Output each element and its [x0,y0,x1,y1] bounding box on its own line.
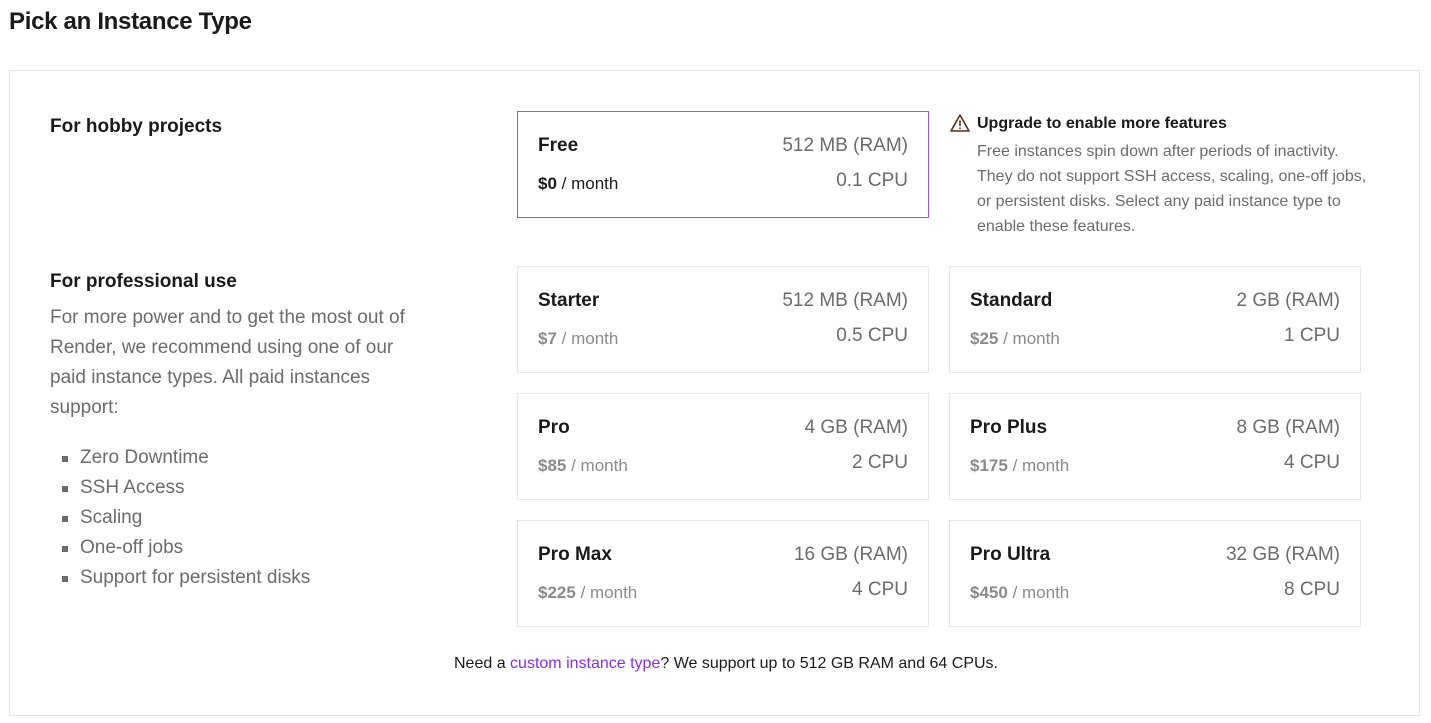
notice-title: Upgrade to enable more features [977,115,1227,132]
feature-item: Support for persistent disks [50,563,310,593]
instance-cpu: 2 CPU [852,452,908,473]
feature-label: Support for persistent disks [80,567,311,588]
price-period: / month [571,456,628,475]
bullet-icon [62,576,68,582]
instance-card-pro-plus[interactable]: Pro Plus 8 GB (RAM) $175 / month 4 CPU [949,393,1361,500]
price-period: / month [1003,329,1060,348]
price-amount: $225 [538,583,576,602]
feature-item: One-off jobs [50,533,310,563]
instance-price: $25 / month [970,329,1060,349]
instance-price: $225 / month [538,583,637,603]
instance-price: $7 / month [538,329,618,349]
instance-price: $175 / month [970,456,1069,476]
bullet-icon [62,486,68,492]
price-period: / month [1012,583,1070,602]
warning-icon [950,114,970,132]
instance-name: Pro Ultra [970,544,1051,565]
price-amount: $25 [970,329,999,348]
feature-list: Zero Downtime SSH Access Scaling One-off… [50,443,310,593]
instance-card-starter[interactable]: Starter 512 MB (RAM) $7 / month 0.5 CPU [517,266,929,373]
instance-name: Pro Plus [970,417,1048,438]
instance-ram: 32 GB (RAM) [1225,544,1340,565]
instance-name: Pro Max [538,544,612,565]
instance-cpu: 0.5 CPU [836,325,908,346]
custom-instance-link[interactable]: custom instance type [510,655,660,672]
instance-cpu: 0.1 CPU [836,170,908,191]
instance-name: Pro [538,417,570,438]
instance-name: Free [538,135,579,156]
price-amount: $0 [538,174,557,193]
bullet-icon [62,456,68,462]
price-period: / month [580,583,638,602]
custom-instance-note: Need a custom instance type? We support … [10,655,1419,673]
hobby-section-label: For hobby projects [50,116,223,137]
instance-ram: 16 GB (RAM) [793,544,908,565]
instance-price: $0 / month [538,174,618,194]
feature-label: One-off jobs [80,537,184,558]
instance-card-pro[interactable]: Pro 4 GB (RAM) $85 / month 2 CPU [517,393,929,500]
bullet-icon [62,546,68,552]
instance-cpu: 4 CPU [852,579,908,600]
price-period: / month [561,174,619,193]
notice-body: Free instances spin down after periods o… [977,143,1367,235]
instance-name: Standard [970,290,1053,311]
price-amount: $450 [970,583,1008,602]
instance-cpu: 8 CPU [1284,579,1340,600]
price-period: / month [1012,456,1070,475]
instance-ram: 512 MB (RAM) [782,290,908,311]
footer-suffix: ? We support up to 512 GB RAM and 64 CPU… [660,655,998,672]
instance-cpu: 4 CPU [1284,452,1340,473]
feature-item: SSH Access [50,473,310,503]
instance-cpu: 1 CPU [1284,325,1340,346]
feature-label: Zero Downtime [80,447,209,468]
instance-ram: 4 GB (RAM) [804,417,908,438]
price-amount: $7 [538,329,557,348]
instance-card-free[interactable]: Free 512 MB (RAM) $0 / month 0.1 CPU [517,111,929,218]
feature-label: Scaling [80,507,143,528]
instance-ram: 512 MB (RAM) [782,135,908,156]
footer-prefix: Need a [454,655,511,672]
feature-label: SSH Access [80,477,185,498]
professional-description: For more power and to get the most out o… [50,307,405,418]
instance-ram: 8 GB (RAM) [1236,417,1340,438]
bullet-icon [62,516,68,522]
price-period: / month [561,329,619,348]
feature-item: Scaling [50,503,310,533]
price-amount: $85 [538,456,567,475]
instance-card-standard[interactable]: Standard 2 GB (RAM) $25 / month 1 CPU [949,266,1361,373]
instance-ram: 2 GB (RAM) [1236,290,1340,311]
instance-card-pro-ultra[interactable]: Pro Ultra 32 GB (RAM) $450 / month 8 CPU [949,520,1361,627]
instance-name: Starter [538,290,600,311]
instance-card-pro-max[interactable]: Pro Max 16 GB (RAM) $225 / month 4 CPU [517,520,929,627]
instance-price: $450 / month [970,583,1069,603]
instance-price: $85 / month [538,456,628,476]
instance-type-panel: For hobby projects For professional use … [9,70,1420,716]
professional-section-label: For professional use [50,271,237,292]
price-amount: $175 [970,456,1008,475]
page-title: Pick an Instance Type [9,8,252,35]
feature-item: Zero Downtime [50,443,310,473]
